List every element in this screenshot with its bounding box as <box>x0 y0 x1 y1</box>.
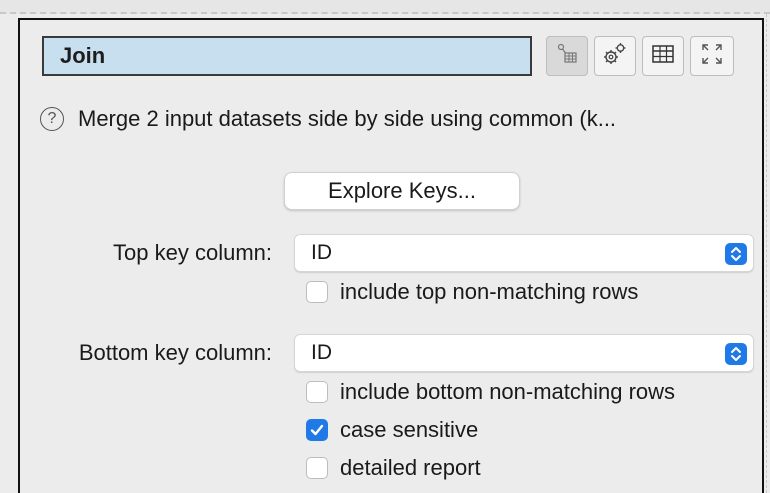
settings-button[interactable] <box>594 36 636 76</box>
description-row: ? Merge 2 input datasets side by side us… <box>40 102 760 136</box>
include-top-nonmatching-checkbox[interactable] <box>306 281 328 303</box>
widget-description: Merge 2 input datasets side by side usin… <box>78 106 617 131</box>
detailed-report-option[interactable]: detailed report <box>306 454 481 482</box>
include-bottom-nonmatching-checkbox[interactable] <box>306 381 328 403</box>
gears-icon <box>602 41 628 72</box>
case-sensitive-option[interactable]: case sensitive <box>306 416 478 444</box>
detailed-report-checkbox[interactable] <box>306 457 328 479</box>
table-icon <box>651 44 675 69</box>
link-table-icon <box>555 42 579 71</box>
explore-keys-button[interactable]: Explore Keys... <box>284 172 520 210</box>
widget-title-field[interactable]: Join <box>42 36 532 76</box>
widget-title: Join <box>60 43 106 68</box>
detailed-report-label: detailed report <box>340 455 481 480</box>
link-table-button[interactable] <box>546 36 588 76</box>
top-key-label: Top key column: <box>113 240 272 265</box>
include-bottom-nonmatching-label: include bottom non-matching rows <box>340 379 676 404</box>
top-key-value: ID <box>311 241 332 264</box>
help-icon[interactable]: ? <box>40 107 64 131</box>
join-panel: Join ? Merge 2 input datasets side by si… <box>18 18 764 493</box>
expand-icon <box>700 42 724 71</box>
include-top-nonmatching-option[interactable]: include top non-matching rows <box>306 278 638 306</box>
bottom-key-value: ID <box>311 341 332 364</box>
select-chevrons-icon <box>725 343 747 365</box>
window-right-edge <box>766 14 770 493</box>
data-table-button[interactable] <box>642 36 684 76</box>
bottom-key-select[interactable]: ID <box>294 334 754 372</box>
include-bottom-nonmatching-option[interactable]: include bottom non-matching rows <box>306 378 675 406</box>
top-key-select[interactable]: ID <box>294 234 754 272</box>
case-sensitive-label: case sensitive <box>340 417 479 442</box>
window-top-edge <box>0 0 770 14</box>
expand-button[interactable] <box>690 36 734 76</box>
include-top-nonmatching-label: include top non-matching rows <box>340 279 639 304</box>
case-sensitive-checkbox[interactable] <box>306 419 328 441</box>
bottom-key-label: Bottom key column: <box>78 340 272 365</box>
select-chevrons-icon <box>725 243 747 265</box>
